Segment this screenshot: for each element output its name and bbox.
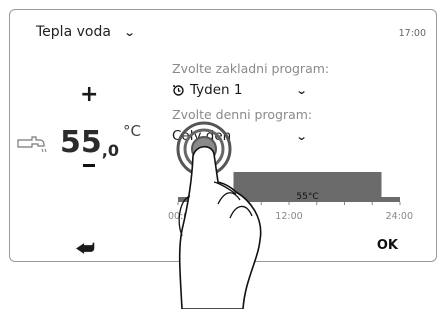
back-arrow-icon: ⮨ (76, 236, 95, 260)
chevron-down-icon: ⌄ (295, 129, 308, 143)
chevron-down-icon: ⌄ (295, 83, 308, 97)
clock-icon (173, 85, 184, 96)
touch-hand-illustration (176, 121, 262, 309)
faucet-icon (17, 136, 47, 153)
temp-integer: 55 (60, 125, 102, 160)
clock-time: 17:00 (398, 28, 426, 39)
temperature-display: 55 ,0 °C (60, 122, 141, 160)
increase-temp-button[interactable]: + (80, 82, 98, 107)
x-tick-label: 12:00 (275, 211, 302, 222)
chevron-down-icon: ⌄ (123, 25, 136, 39)
base-program-dropdown[interactable]: Tyden 1 ⌄ (172, 82, 342, 98)
segment-label-1: 55°C (296, 192, 318, 202)
temp-decimal: ,0 (101, 141, 119, 160)
decrease-temp-button[interactable] (83, 164, 95, 167)
base-program-value: Tyden 1 (190, 82, 243, 98)
back-button[interactable]: ⮨ (76, 236, 95, 260)
temp-unit: °C (122, 122, 141, 140)
ok-button[interactable]: OK (377, 238, 398, 253)
mode-title: Tepla voda (36, 24, 111, 40)
schedule-segment-2 (381, 197, 400, 202)
mode-selector[interactable]: Tepla voda ⌄ (36, 24, 136, 40)
base-program-label: Zvolte zakladni program: (172, 61, 330, 76)
x-tick-label: 24:00 (386, 211, 413, 222)
